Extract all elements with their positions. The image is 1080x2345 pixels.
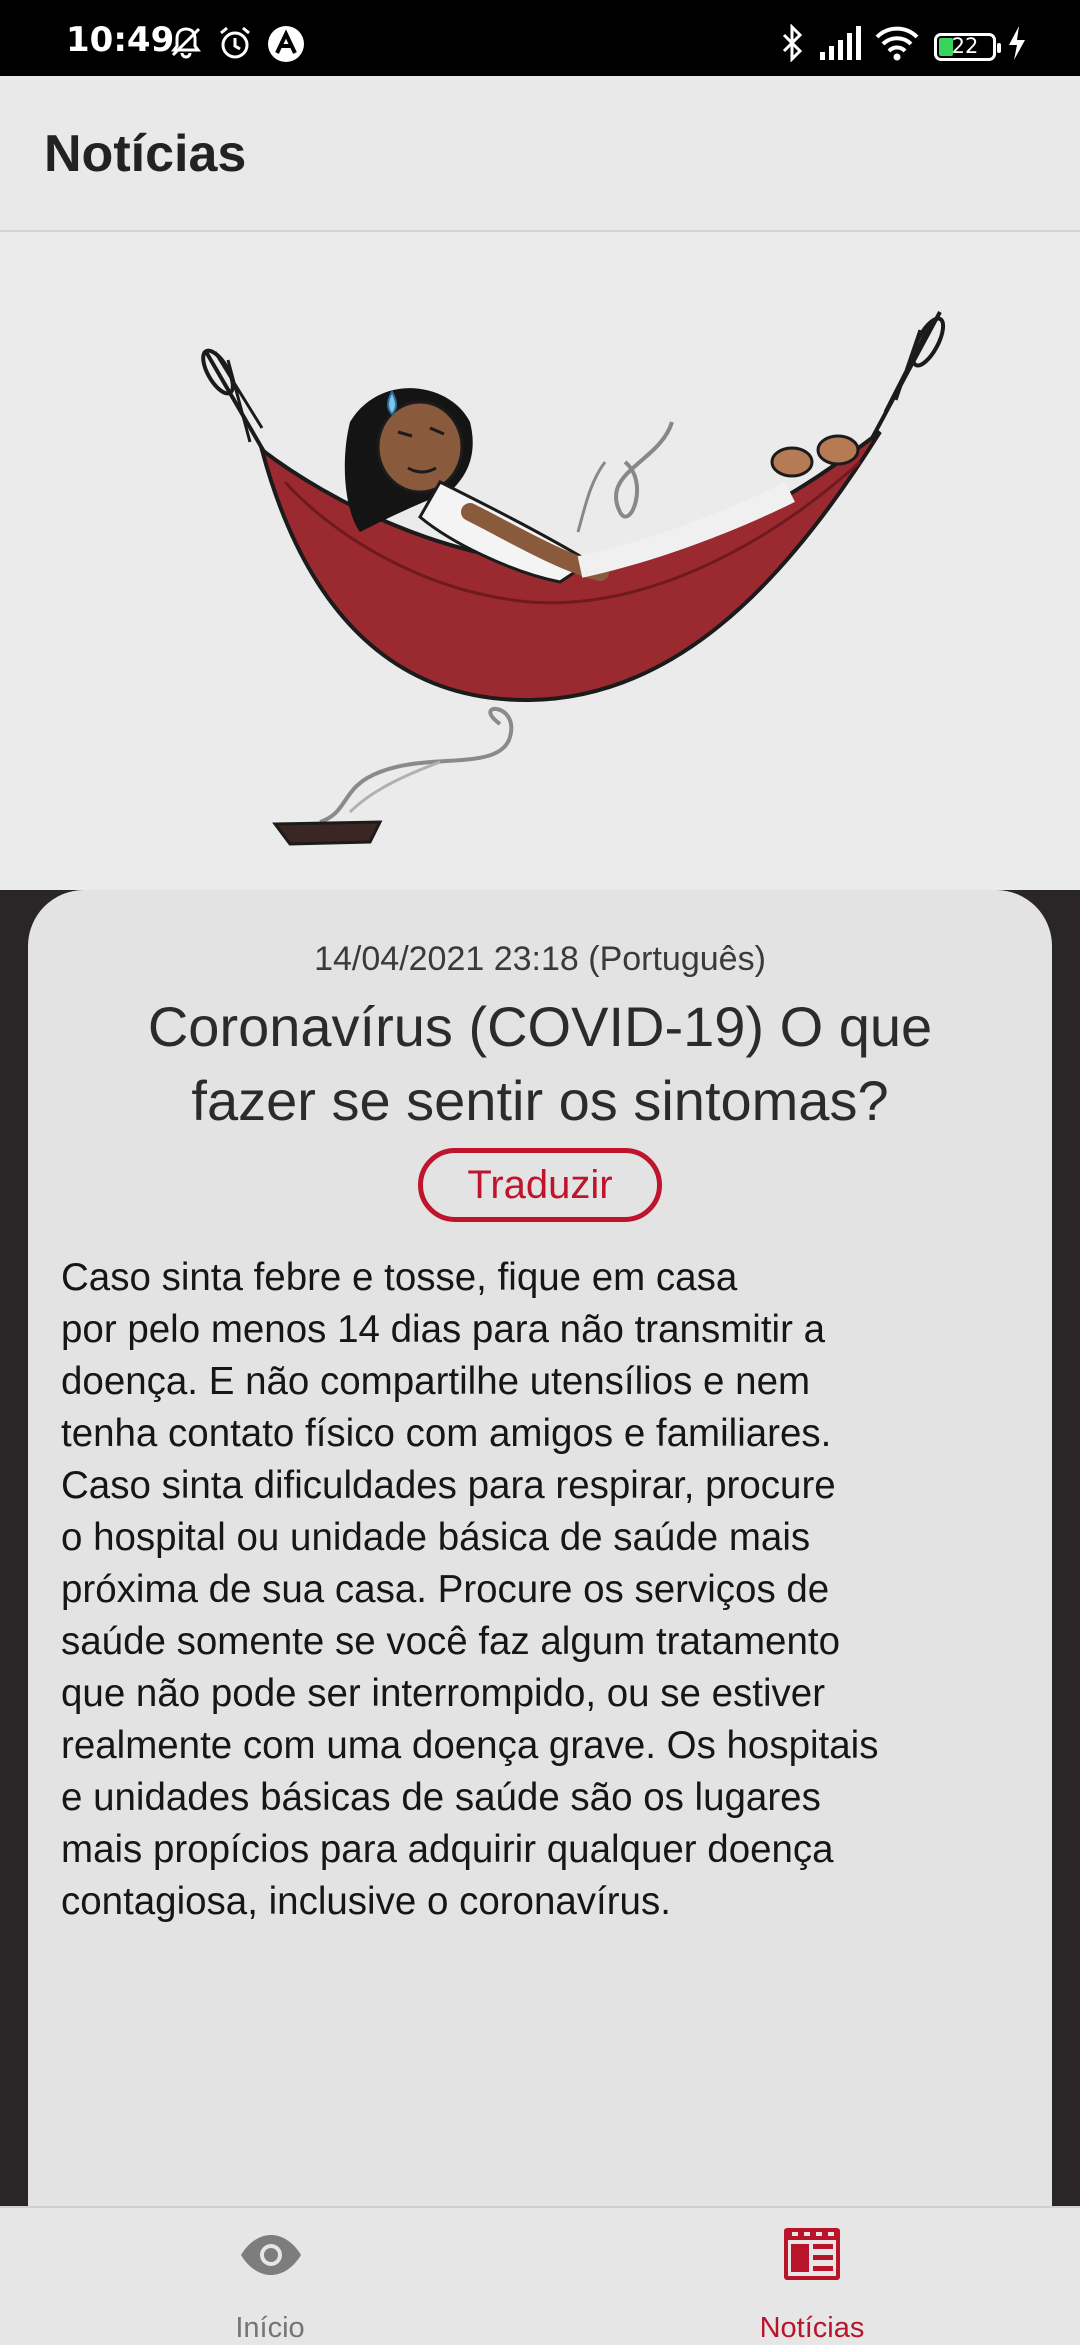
nav-item-inicio[interactable]: Início bbox=[120, 2208, 420, 2344]
article-illustration bbox=[0, 232, 1080, 890]
status-bar: 10:49 22 bbox=[0, 0, 1080, 76]
bottom-navigation: Início Notícias bbox=[0, 2206, 1080, 2344]
eye-icon bbox=[241, 2235, 301, 2275]
signal-icon bbox=[820, 26, 861, 60]
app-notification-icon bbox=[268, 26, 304, 62]
article-body: Caso sinta febre e tosse, fique em casa … bbox=[61, 1256, 879, 1923]
hammock-illustration bbox=[201, 311, 946, 846]
translate-button[interactable]: Traduzir bbox=[418, 1148, 662, 1222]
battery-icon: 22 bbox=[934, 33, 1001, 61]
article-card: 14/04/2021 23:18 (Português) Coronavírus… bbox=[28, 890, 1052, 2206]
app-bar: Notícias bbox=[0, 76, 1080, 232]
bell-off-icon bbox=[171, 27, 201, 59]
nav-label-inicio: Início bbox=[235, 2312, 305, 2344]
status-time: 10:49 bbox=[66, 20, 175, 60]
page-title: Notícias bbox=[44, 125, 247, 183]
article-date: 14/04/2021 23:18 (Português) bbox=[314, 940, 766, 978]
charging-icon bbox=[1009, 26, 1025, 60]
nav-label-noticias: Notícias bbox=[759, 2312, 865, 2344]
alarm-icon bbox=[220, 26, 250, 59]
article-title: Coronavírus (COVID-19) O que fazer se se… bbox=[147, 995, 933, 1132]
newspaper-icon bbox=[784, 2228, 840, 2280]
wifi-icon bbox=[875, 26, 919, 61]
nav-item-noticias[interactable]: Notícias bbox=[662, 2208, 962, 2344]
battery-level: 22 bbox=[951, 34, 979, 58]
bluetooth-icon bbox=[782, 24, 803, 62]
